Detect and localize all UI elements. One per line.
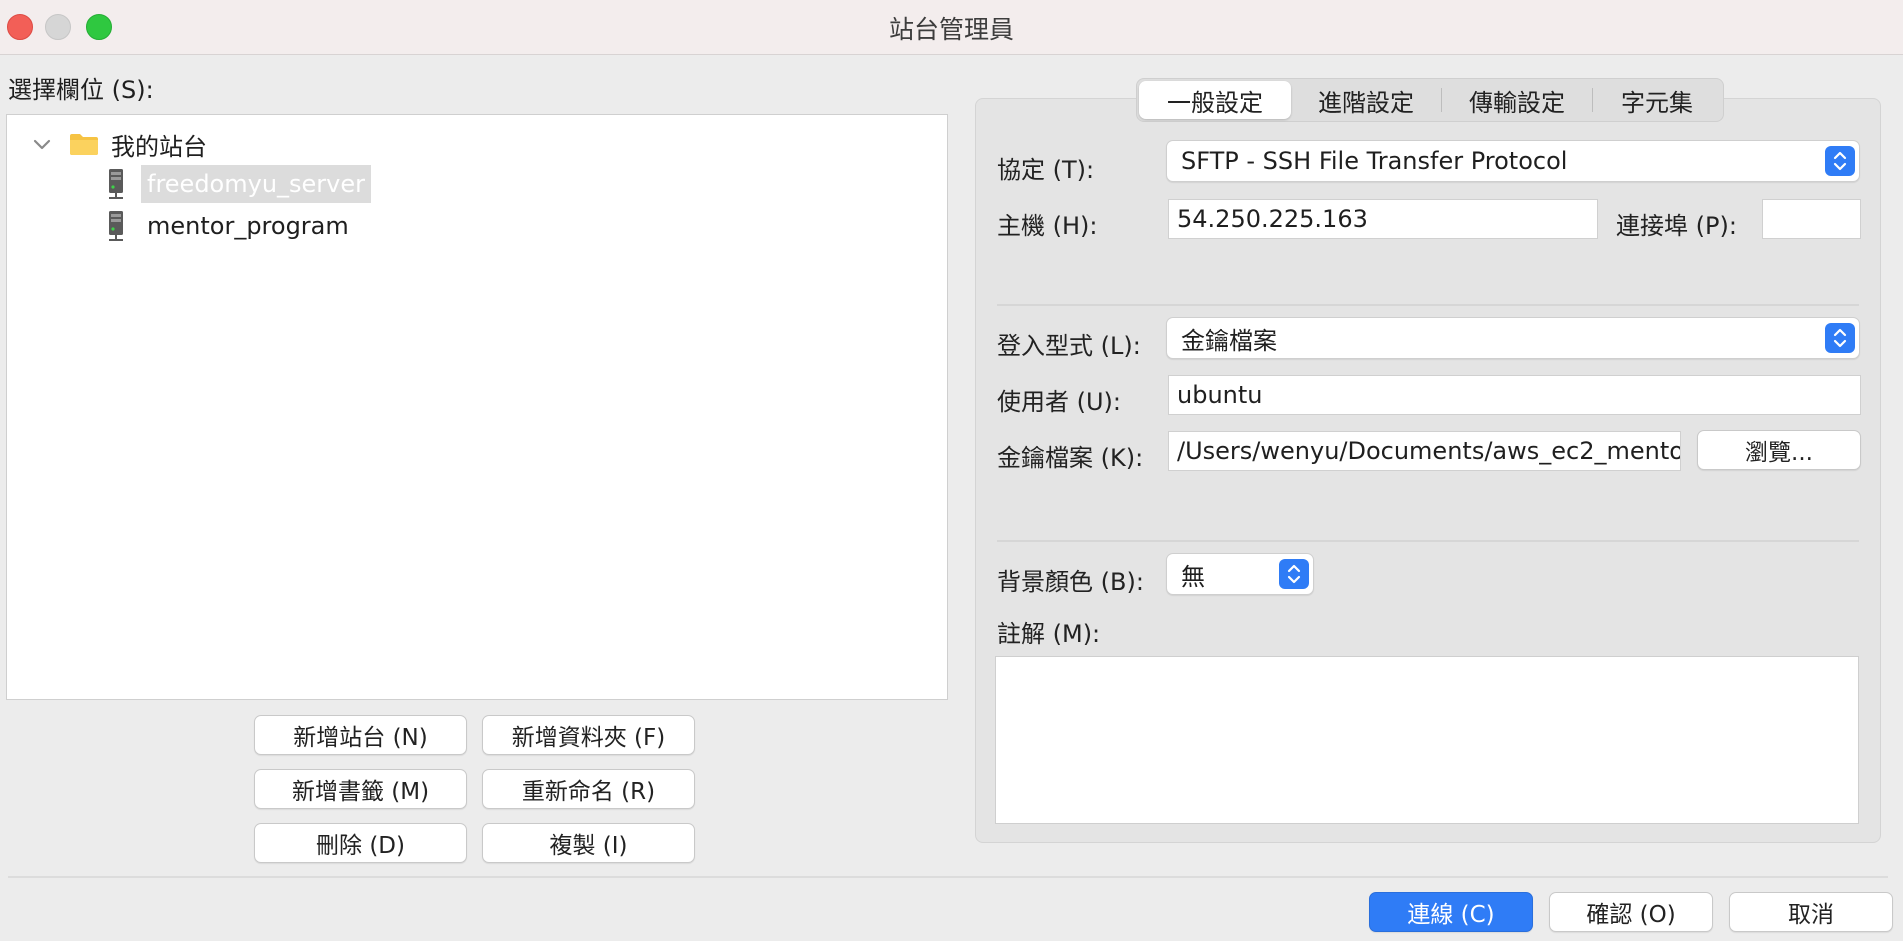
background-color-value: 無: [1181, 562, 1205, 591]
comments-textarea[interactable]: [995, 656, 1859, 824]
browse-button[interactable]: 瀏覽...: [1697, 430, 1861, 470]
section-divider: [997, 304, 1859, 306]
host-label: 主機 (H):: [997, 212, 1098, 240]
window-title: 站台管理員: [888, 15, 1014, 44]
chevron-down-icon[interactable]: [31, 133, 53, 155]
protocol-select[interactable]: SFTP - SSH File Transfer Protocol: [1166, 140, 1860, 182]
protocol-value: SFTP - SSH File Transfer Protocol: [1181, 147, 1568, 175]
tab-charset[interactable]: 字元集: [1593, 81, 1721, 119]
site-tree[interactable]: 我的站台 freedomyu_server mentor_program: [6, 114, 948, 700]
select-stepper-icon: [1825, 323, 1855, 353]
protocol-label: 協定 (T):: [997, 156, 1095, 184]
host-input[interactable]: 54.250.225.163: [1168, 199, 1598, 239]
background-color-select[interactable]: 無: [1166, 553, 1314, 595]
tree-item-freedomyu-server[interactable]: freedomyu_server: [107, 165, 372, 203]
footer-divider: [8, 876, 1888, 878]
server-icon: [109, 169, 123, 199]
tree-item-mentor-program[interactable]: mentor_program: [107, 207, 355, 245]
rename-button[interactable]: 重新命名 (R): [482, 769, 695, 809]
select-stepper-icon: [1825, 146, 1855, 176]
duplicate-button[interactable]: 複製 (I): [482, 823, 695, 863]
settings-tabs: 一般設定 進階設定 傳輸設定 字元集: [1136, 78, 1724, 122]
cancel-button[interactable]: 取消: [1729, 892, 1893, 932]
tree-item-label: freedomyu_server: [141, 165, 372, 203]
title-bar: 站台管理員: [0, 0, 1903, 55]
folder-icon: [70, 134, 98, 155]
delete-button[interactable]: 刪除 (D): [254, 823, 467, 863]
background-color-label: 背景顏色 (B):: [997, 568, 1144, 596]
select-stepper-icon: [1279, 559, 1309, 589]
new-bookmark-button[interactable]: 新增書籤 (M): [254, 769, 467, 809]
new-site-button[interactable]: 新增站台 (N): [254, 715, 467, 755]
tree-item-label: mentor_program: [147, 212, 349, 240]
port-input[interactable]: [1762, 199, 1861, 239]
tab-general[interactable]: 一般設定: [1139, 81, 1291, 119]
server-icon: [109, 211, 123, 241]
tab-advanced[interactable]: 進階設定: [1291, 81, 1441, 119]
select-entry-label: 選擇欄位 (S):: [8, 76, 154, 104]
comments-label: 註解 (M):: [997, 620, 1101, 648]
logon-type-value: 金鑰檔案: [1181, 326, 1277, 355]
keyfile-input[interactable]: /Users/wenyu/Documents/aws_ec2_mento: [1168, 431, 1681, 471]
tree-root-label: 我的站台: [111, 132, 207, 161]
new-folder-button[interactable]: 新增資料夾 (F): [482, 715, 695, 755]
user-label: 使用者 (U):: [997, 388, 1122, 416]
ok-button[interactable]: 確認 (O): [1549, 892, 1713, 932]
site-manager-window: 站台管理員 選擇欄位 (S): 我的站台 freedomyu_server me…: [0, 0, 1903, 941]
user-input[interactable]: ubuntu: [1168, 375, 1861, 415]
keyfile-label: 金鑰檔案 (K):: [997, 444, 1144, 472]
connect-button[interactable]: 連線 (C): [1369, 892, 1533, 932]
section-divider: [997, 540, 1859, 542]
logon-type-select[interactable]: 金鑰檔案: [1166, 317, 1860, 359]
tree-root-my-sites[interactable]: 我的站台: [31, 127, 207, 161]
logon-type-label: 登入型式 (L):: [997, 332, 1141, 360]
tab-transfer[interactable]: 傳輸設定: [1442, 81, 1592, 119]
port-label: 連接埠 (P):: [1616, 212, 1737, 240]
